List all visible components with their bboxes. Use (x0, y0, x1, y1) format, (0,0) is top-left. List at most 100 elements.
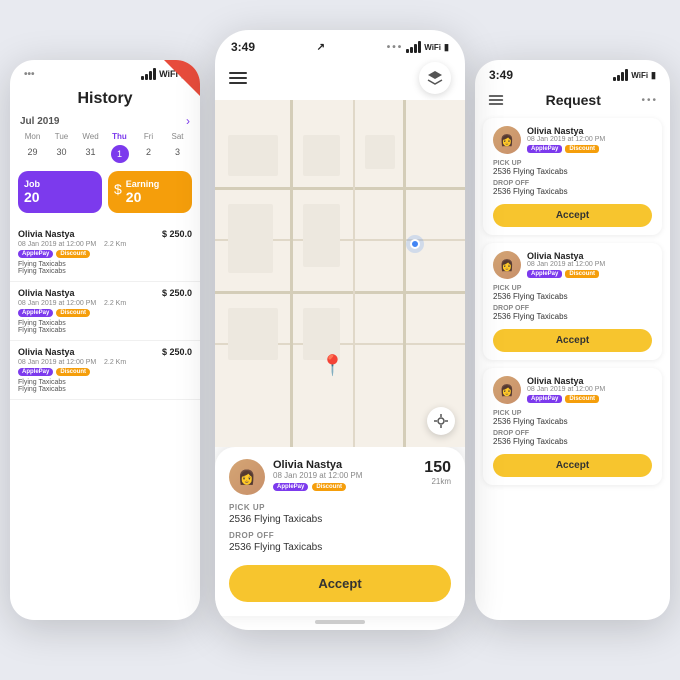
cal-day-tue: Tue (47, 132, 76, 141)
trip-date: 08 Jan 2019 at 12:00 PM (273, 471, 416, 480)
cal-day-sat: Sat (163, 132, 192, 141)
time-right: 3:49 (489, 68, 513, 82)
gps-indicator: ↗ (317, 42, 325, 53)
req-date-1: 08 Jan 2019 at 12:00 PM (527, 261, 652, 268)
trip-meta-1: 08 Jan 2019 at 12:00 PM 2.2 Km (18, 300, 192, 307)
dollar-icon: $ (114, 181, 122, 197)
map-road-v2 (353, 100, 355, 447)
signal-icon-right (613, 69, 628, 81)
current-location-dot (410, 239, 420, 249)
req-tags-0: ApplePay Discount (527, 145, 652, 153)
trip-name-2: Olivia Nastya (18, 347, 75, 357)
map-block-3 (365, 135, 395, 170)
map-block-5 (303, 204, 341, 266)
req-pickup-addr-0: 2536 Flying Taxicabs (493, 167, 652, 176)
req-info-0: Olivia Nastya 08 Jan 2019 at 12:00 PM Ap… (527, 126, 652, 153)
request-card-1: 👩 Olivia Nastya 08 Jan 2019 at 12:00 PM … (483, 243, 662, 360)
calendar-row: 29 30 31 1 2 3 (10, 143, 200, 165)
cal-day-fri: Fri (134, 132, 163, 141)
dropoff-2: Flying Taxicabs (18, 386, 192, 393)
center-tag-applepay: ApplePay (273, 483, 308, 491)
req-date-2: 08 Jan 2019 at 12:00 PM (527, 386, 652, 393)
request-card-2: 👩 Olivia Nastya 08 Jan 2019 at 12:00 PM … (483, 368, 662, 485)
trip-card-tags: ApplePay Discount (273, 483, 416, 491)
trip-meta-2: 08 Jan 2019 at 12:00 PM 2.2 Km (18, 359, 192, 366)
req-pickup-label-1: PICK UP (493, 285, 652, 292)
dropoff-1: Flying Taxicabs (18, 327, 192, 334)
trip-tags-2: ApplePay Discount (18, 368, 192, 376)
battery-icon-right: ▮ (651, 70, 656, 81)
map-toolbar (215, 58, 465, 100)
wifi-icon-center: WiFi (424, 43, 441, 52)
map-block-6 (228, 308, 278, 360)
signal-icon-center (406, 41, 421, 53)
map-block-1 (228, 135, 278, 177)
passenger-name: Olivia Nastya (273, 459, 416, 471)
trip-item-1: Olivia Nastya $ 250.0 08 Jan 2019 at 12:… (10, 282, 200, 341)
calendar-header: Jul 2019 › (10, 112, 200, 130)
req-accept-button-2[interactable]: Accept (493, 454, 652, 477)
req-dropoff-addr-1: 2536 Flying Taxicabs (493, 312, 652, 321)
req-pickup-label-2: PICK UP (493, 410, 652, 417)
trip-tags-0: ApplePay Discount (18, 250, 192, 258)
dropoff-addr-center: 2536 Flying Taxicabs (229, 542, 451, 553)
map-layers-button[interactable] (419, 62, 451, 94)
req-avatar-2: 👩 (493, 376, 521, 404)
stats-row: Job 20 $ Earning 20 (10, 165, 200, 219)
screens-container: ••• WiFi ▮ History Jul 2019 (10, 20, 670, 660)
job-label: Job (24, 179, 96, 189)
tag-applepay-1: ApplePay (18, 309, 53, 317)
cal-1-today[interactable]: 1 (111, 145, 129, 163)
req-tags-1: ApplePay Discount (527, 270, 652, 278)
request-list: 👩 Olivia Nastya 08 Jan 2019 at 12:00 PM … (475, 114, 670, 620)
req-accept-button-0[interactable]: Accept (493, 204, 652, 227)
req-name-2: Olivia Nastya (527, 376, 652, 386)
req-dropoff-label-0: DROP OFF (493, 180, 652, 187)
accept-button-center[interactable]: Accept (229, 565, 451, 602)
cal-2[interactable]: 2 (134, 145, 163, 163)
trip-tags-1: ApplePay Discount (18, 309, 192, 317)
status-icons-center: ••• WiFi ▮ (387, 41, 449, 53)
trip-name-0: Olivia Nastya (18, 229, 75, 239)
cal-30[interactable]: 30 (47, 145, 76, 163)
trip-item-0: Olivia Nastya $ 250.0 08 Jan 2019 at 12:… (10, 223, 200, 282)
req-name-0: Olivia Nastya (527, 126, 652, 136)
map-block-4 (228, 204, 273, 273)
req-pickup-addr-1: 2536 Flying Taxicabs (493, 292, 652, 301)
cal-29[interactable]: 29 (18, 145, 47, 163)
req-tag-applepay-0: ApplePay (527, 145, 562, 153)
earning-label: Earning (126, 179, 160, 189)
dots-center: ••• (387, 42, 404, 53)
hamburger-right-button[interactable] (489, 95, 503, 105)
locate-me-button[interactable] (427, 407, 455, 435)
hamburger-menu-button[interactable] (229, 72, 247, 84)
dots-menu: ••• (24, 69, 35, 80)
map-road-v3 (403, 100, 406, 447)
req-header-0: 👩 Olivia Nastya 08 Jan 2019 at 12:00 PM … (493, 126, 652, 154)
dots-right: ••• (641, 95, 658, 106)
req-tag-discount-2: Discount (565, 395, 599, 403)
req-tag-discount-1: Discount (565, 270, 599, 278)
dropoff-0: Flying Taxicabs (18, 268, 192, 275)
request-header: Request ••• (475, 86, 670, 114)
trip-card-center: 👩 Olivia Nastya 08 Jan 2019 at 12:00 PM … (215, 447, 465, 616)
pickup-1: Flying Taxicabs (18, 320, 192, 327)
map-road-h1 (215, 187, 465, 190)
calendar-days-header: Mon Tue Wed Thu Fri Sat (10, 130, 200, 143)
cal-3[interactable]: 3 (163, 145, 192, 163)
calendar-next-arrow[interactable]: › (186, 114, 190, 128)
trip-card-info: Olivia Nastya 08 Jan 2019 at 12:00 PM Ap… (273, 459, 416, 491)
trip-name-1: Olivia Nastya (18, 288, 75, 298)
req-accept-button-1[interactable]: Accept (493, 329, 652, 352)
status-icons-right: WiFi ▮ (613, 69, 656, 81)
earning-value: 20 (126, 189, 160, 205)
cal-31[interactable]: 31 (76, 145, 105, 163)
map-destination-pin: 📍 (320, 353, 345, 378)
phone-map: 3:49 ↗ ••• WiFi ▮ (215, 30, 465, 630)
req-avatar-1: 👩 (493, 251, 521, 279)
req-header-2: 👩 Olivia Nastya 08 Jan 2019 at 12:00 PM … (493, 376, 652, 404)
trip-price-1: $ 250.0 (162, 288, 192, 298)
trip-list-left: Olivia Nastya $ 250.0 08 Jan 2019 at 12:… (10, 219, 200, 620)
dist-number: 150 (424, 459, 451, 477)
phone-history: ••• WiFi ▮ History Jul 2019 (10, 60, 200, 620)
